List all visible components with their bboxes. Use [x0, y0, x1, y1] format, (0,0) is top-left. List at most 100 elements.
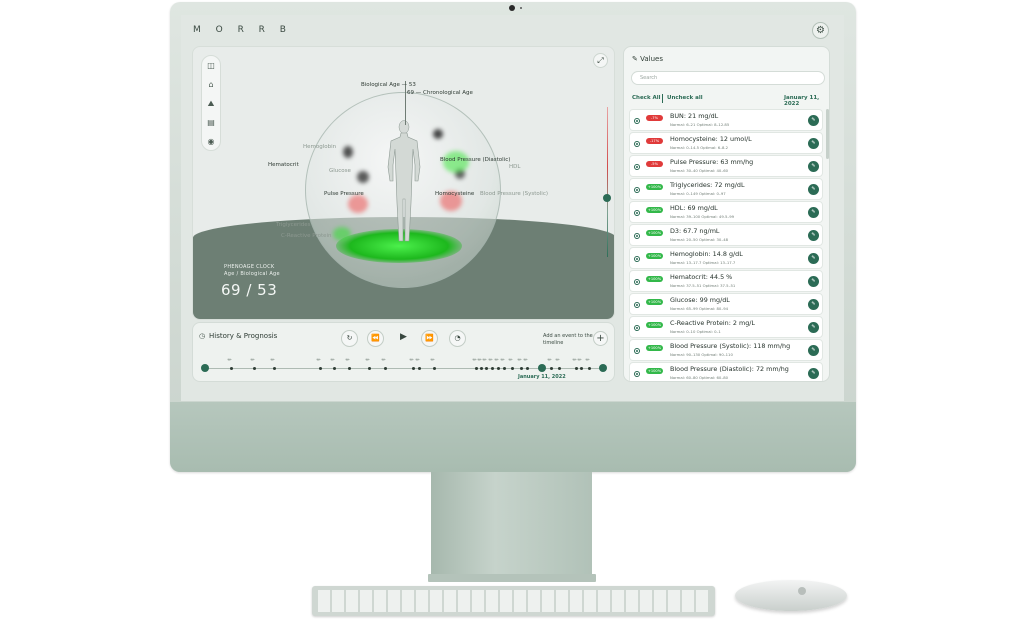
- body-viewer[interactable]: ◫ ⌂ ⛰ ▤ ◉ ⤢ Biological Age — 53 69 — Chr…: [192, 46, 615, 320]
- clock-icon: ◷: [199, 332, 206, 340]
- timeline-event[interactable]: [520, 367, 523, 370]
- marker-label: Hemoglobin: [303, 144, 337, 150]
- timeline-event[interactable]: [253, 367, 256, 370]
- item-radio[interactable]: [634, 164, 640, 170]
- timeline-current-handle[interactable]: [538, 364, 546, 372]
- timeline-event[interactable]: [558, 367, 561, 370]
- item-radio[interactable]: [634, 279, 640, 285]
- timeline-event[interactable]: [588, 367, 591, 370]
- timeline-event[interactable]: [319, 367, 322, 370]
- add-event-button[interactable]: +: [593, 331, 608, 346]
- edit-icon[interactable]: ✎: [808, 345, 819, 356]
- item-radio[interactable]: [634, 371, 640, 377]
- timeline-event[interactable]: [475, 367, 478, 370]
- timeline-event[interactable]: [348, 367, 351, 370]
- camera-sensor: [520, 7, 522, 9]
- event-icon: ✎: [329, 356, 337, 364]
- edit-icon[interactable]: ✎: [808, 184, 819, 195]
- timeline-event[interactable]: [412, 367, 415, 370]
- item-radio[interactable]: [634, 141, 640, 147]
- edit-icon[interactable]: ✎: [808, 299, 819, 310]
- item-radio[interactable]: [634, 118, 640, 124]
- item-range: Normal: 60–80 Optimal: 60–80: [670, 375, 729, 380]
- timeline-event[interactable]: [485, 367, 488, 370]
- timeline-event[interactable]: [580, 367, 583, 370]
- item-radio[interactable]: [634, 325, 640, 331]
- edit-icon[interactable]: ✎: [808, 138, 819, 149]
- list-item[interactable]: +100% Blood Pressure (Diastolic): 72 mm/h…: [629, 362, 823, 381]
- timeline-event[interactable]: [273, 367, 276, 370]
- uncheck-all-button[interactable]: Uncheck all: [667, 95, 703, 101]
- timeline-event[interactable]: [333, 367, 336, 370]
- item-radio[interactable]: [634, 302, 640, 308]
- camera-tool-icon[interactable]: ◫: [202, 56, 220, 75]
- imac-chin: [170, 402, 856, 472]
- timeline-start-handle[interactable]: [201, 364, 209, 372]
- item-range: Normal: 0–149 Optimal: 0–97: [670, 191, 726, 196]
- edit-icon[interactable]: ✎: [808, 230, 819, 241]
- snapshot-tool-icon[interactable]: ◉: [202, 132, 220, 151]
- list-item[interactable]: +100% HDL: 69 mg/dL Normal: 39–100 Optimal…: [629, 201, 823, 223]
- imac-stand: [431, 472, 592, 582]
- list-item[interactable]: -17% Homocysteine: 12 umol/L Normal: 0–14.…: [629, 132, 823, 154]
- timeline-event[interactable]: [550, 367, 553, 370]
- edit-icon[interactable]: ✎: [808, 253, 819, 264]
- item-range: Normal: 30–40 Optimal: 40–60: [670, 168, 729, 173]
- check-all-button[interactable]: Check All: [632, 95, 661, 101]
- list-item[interactable]: +100% Hemoglobin: 14.8 g/dL Normal: 13–17.…: [629, 247, 823, 269]
- timeline-event[interactable]: [433, 367, 436, 370]
- values-scrollbar[interactable]: [826, 109, 829, 159]
- edit-icon[interactable]: ✎: [808, 276, 819, 287]
- list-item[interactable]: +100% Hematocrit: 44.5 % Normal: 37.5–51 O…: [629, 270, 823, 292]
- biological-age-label: Biological Age — 53: [361, 82, 416, 88]
- list-item[interactable]: -5% Pulse Pressure: 63 mm/hg Normal: 30–40…: [629, 155, 823, 177]
- document-tool-icon[interactable]: ▤: [202, 113, 220, 132]
- fast-forward-button[interactable]: ⏩: [421, 330, 438, 347]
- status-badge: +100%: [646, 368, 663, 374]
- search-input[interactable]: Search: [631, 71, 825, 85]
- timeline-event[interactable]: [575, 367, 578, 370]
- list-item[interactable]: +100% Blood Pressure (Systolic): 118 mm/h…: [629, 339, 823, 361]
- edit-icon[interactable]: ✎: [808, 368, 819, 379]
- item-radio[interactable]: [634, 210, 640, 216]
- event-icon: ✎: [507, 356, 515, 364]
- timeline-end-handle[interactable]: [599, 364, 607, 372]
- list-item[interactable]: +100% Glucose: 99 mg/dL Normal: 65–99 Opti…: [629, 293, 823, 315]
- item-radio[interactable]: [634, 187, 640, 193]
- timeline-event[interactable]: [511, 367, 514, 370]
- age-scale-handle[interactable]: [603, 194, 611, 202]
- timeline-event[interactable]: [418, 367, 421, 370]
- rewind-button[interactable]: ⏪: [367, 330, 384, 347]
- timeline-event[interactable]: [526, 367, 529, 370]
- play-button[interactable]: ▶: [394, 329, 413, 348]
- marker-label: Homocysteine: [435, 191, 475, 197]
- timeline-event[interactable]: [480, 367, 483, 370]
- item-name: BUN: 21 mg/dL: [670, 112, 719, 120]
- list-item[interactable]: +100% C-Reactive Protein: 2 mg/L Normal: 0…: [629, 316, 823, 338]
- item-radio[interactable]: [634, 233, 640, 239]
- timeline-event[interactable]: [368, 367, 371, 370]
- timeline-event[interactable]: [491, 367, 494, 370]
- item-name: Blood Pressure (Diastolic): 72 mm/hg: [670, 365, 789, 373]
- speed-button[interactable]: ◔: [449, 330, 466, 347]
- item-range: Normal: 65–99 Optimal: 80–94: [670, 306, 729, 311]
- edit-icon[interactable]: ✎: [808, 207, 819, 218]
- item-radio[interactable]: [634, 256, 640, 262]
- terrain-tool-icon[interactable]: ⛰: [202, 94, 220, 113]
- repeat-button[interactable]: ↻: [341, 330, 358, 347]
- timeline-event[interactable]: [497, 367, 500, 370]
- edit-icon[interactable]: ✎: [808, 115, 819, 126]
- list-item[interactable]: +100% D3: 67.7 ng/mL Normal: 20–50 Optimal…: [629, 224, 823, 246]
- timeline-event[interactable]: [230, 367, 233, 370]
- list-item[interactable]: -7% BUN: 21 mg/dL Normal: 6–21 Optimal: 8–…: [629, 109, 823, 131]
- list-item[interactable]: +100% Triglycerides: 72 mg/dL Normal: 0–14…: [629, 178, 823, 200]
- tag-tool-icon[interactable]: ⌂: [202, 75, 220, 94]
- edit-icon[interactable]: ✎: [808, 322, 819, 333]
- item-radio[interactable]: [634, 348, 640, 354]
- timeline-event[interactable]: [503, 367, 506, 370]
- edit-icon[interactable]: ✎: [808, 161, 819, 172]
- expand-button[interactable]: ⤢: [593, 53, 608, 68]
- timeline-event[interactable]: [384, 367, 387, 370]
- camera-icon: [509, 5, 515, 11]
- settings-button[interactable]: ⚙: [812, 22, 829, 39]
